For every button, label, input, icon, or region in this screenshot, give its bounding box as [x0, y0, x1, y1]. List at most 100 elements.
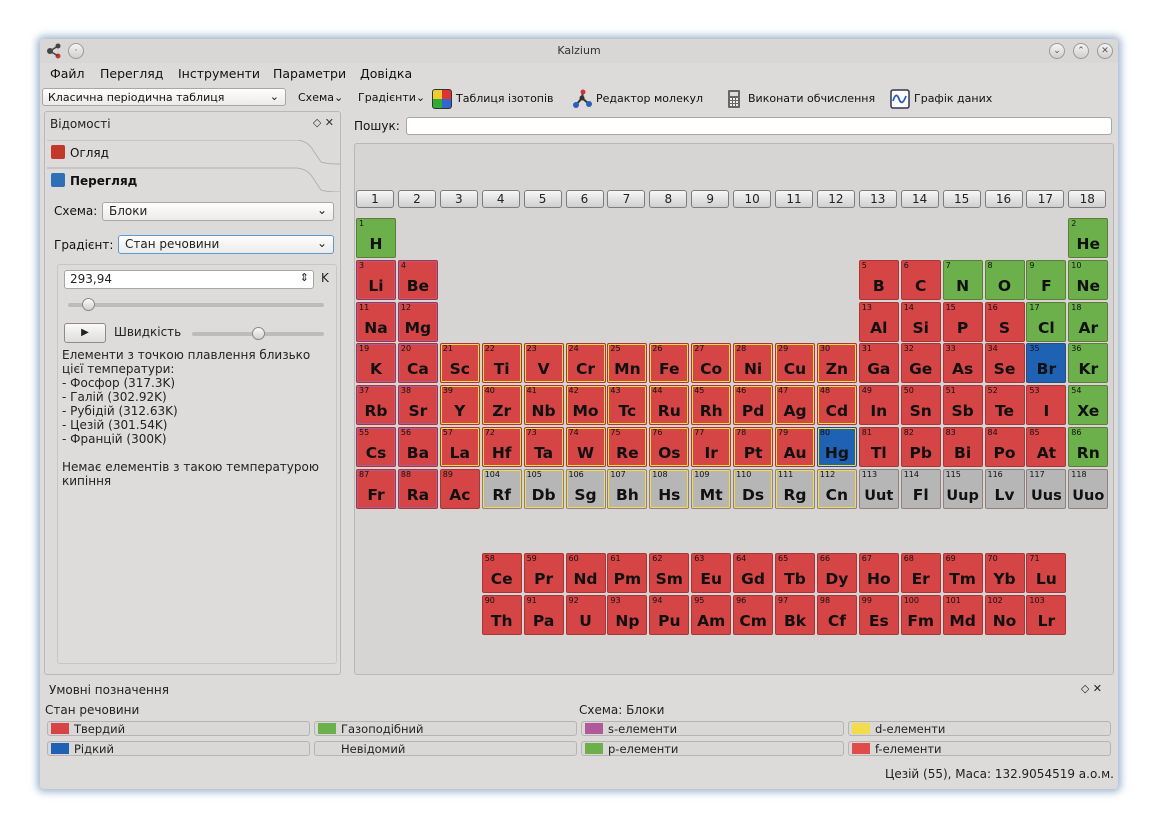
element-tile[interactable]: 25 Mn	[607, 343, 648, 384]
group-button[interactable]: 2	[397, 190, 436, 208]
element-tile[interactable]: 104 Rf	[481, 468, 522, 509]
element-tile[interactable]: 109 Mt	[691, 468, 732, 509]
scheme-menu-button[interactable]: Схема⌄	[298, 91, 343, 104]
element-tile[interactable]: 68 Er	[900, 553, 941, 593]
element-tile[interactable]: 75 Re	[607, 427, 648, 467]
element-tile[interactable]: 56 Ba	[397, 427, 438, 467]
element-tile[interactable]: 97 Bk	[775, 594, 815, 635]
calculate-button[interactable]: Виконати обчислення	[724, 89, 875, 109]
element-tile[interactable]: 3 Li	[356, 259, 396, 300]
menu-file[interactable]: Файл	[50, 66, 85, 81]
element-tile[interactable]: 59 Pr	[523, 553, 564, 593]
element-tile[interactable]: 108 Hs	[649, 468, 690, 509]
element-tile[interactable]: 78 Pt	[733, 427, 774, 467]
element-tile[interactable]: 84 Po	[984, 427, 1025, 467]
legend-controls[interactable]: ◇ ✕	[1081, 682, 1102, 695]
element-tile[interactable]: 61 Pm	[607, 553, 648, 593]
element-tile[interactable]: 58 Ce	[481, 553, 522, 593]
element-tile[interactable]: 117 Uus	[1026, 468, 1067, 509]
element-tile[interactable]: 100 Fm	[900, 594, 941, 635]
element-tile[interactable]: 38 Sr	[397, 385, 438, 426]
data-plot-button[interactable]: Графік даних	[890, 89, 992, 109]
element-tile[interactable]: 82 Pb	[900, 427, 941, 467]
element-tile[interactable]: 118 Uuo	[1068, 468, 1109, 509]
element-tile[interactable]: 96 Cm	[733, 594, 774, 635]
element-tile[interactable]: 102 No	[984, 594, 1025, 635]
element-tile[interactable]: 101 Md	[942, 594, 983, 635]
element-tile[interactable]: 34 Se	[984, 343, 1025, 384]
element-tile[interactable]: 17 Cl	[1026, 301, 1067, 342]
menu-settings[interactable]: Параметри	[273, 66, 346, 81]
element-tile[interactable]: 42 Mo	[565, 385, 606, 426]
element-tile[interactable]: 52 Te	[984, 385, 1025, 426]
element-tile[interactable]: 31 Ga	[858, 343, 899, 384]
element-tile[interactable]: 29 Cu	[775, 343, 815, 384]
element-tile[interactable]: 16 S	[984, 301, 1025, 342]
group-button[interactable]: 5	[523, 190, 562, 208]
group-button[interactable]: 8	[649, 190, 688, 208]
element-tile[interactable]: 94 Pu	[649, 594, 690, 635]
element-tile[interactable]: 112 Cn	[816, 468, 857, 509]
group-button[interactable]: 16	[984, 190, 1023, 208]
element-tile[interactable]: 18 Ar	[1068, 301, 1109, 342]
element-tile[interactable]: 22 Ti	[481, 343, 522, 384]
element-tile[interactable]: 85 At	[1026, 427, 1067, 467]
isotope-table-button[interactable]: Таблиця ізотопів	[432, 89, 554, 109]
element-tile[interactable]: 73 Ta	[523, 427, 564, 467]
group-button[interactable]: 17	[1026, 190, 1065, 208]
element-tile[interactable]: 49 In	[858, 385, 899, 426]
element-tile[interactable]: 39 Y	[439, 385, 480, 426]
element-tile[interactable]: 86 Rn	[1068, 427, 1109, 467]
element-tile[interactable]: 67 Ho	[858, 553, 899, 593]
element-tile[interactable]: 83 Bi	[942, 427, 983, 467]
element-tile[interactable]: 79 Au	[775, 427, 815, 467]
speed-slider[interactable]	[192, 327, 324, 340]
element-tile[interactable]: 99 Es	[858, 594, 899, 635]
group-button[interactable]: 13	[858, 190, 897, 208]
panel-controls[interactable]: ◇ ✕	[313, 116, 334, 129]
element-tile[interactable]: 20 Ca	[397, 343, 438, 384]
menu-help[interactable]: Довідка	[360, 66, 412, 81]
element-tile[interactable]: 89 Ac	[439, 468, 480, 509]
element-tile[interactable]: 115 Uup	[942, 468, 983, 509]
element-tile[interactable]: 2 He	[1068, 218, 1109, 258]
element-tile[interactable]: 77 Ir	[691, 427, 732, 467]
element-tile[interactable]: 44 Ru	[649, 385, 690, 426]
menu-view[interactable]: Перегляд	[100, 66, 163, 81]
element-tile[interactable]: 45 Rh	[691, 385, 732, 426]
element-tile[interactable]: 51 Sb	[942, 385, 983, 426]
element-tile[interactable]: 9F	[1026, 259, 1067, 300]
element-tile[interactable]: 88 Ra	[397, 468, 438, 509]
group-button[interactable]: 10	[733, 190, 772, 208]
element-tile[interactable]: 40 Zr	[481, 385, 522, 426]
element-tile[interactable]: 15 P	[942, 301, 983, 342]
scheme-select[interactable]: Блоки ⌄	[102, 202, 334, 221]
temperature-slider-handle[interactable]	[82, 298, 96, 311]
element-tile[interactable]: 5B	[858, 259, 899, 300]
minimize-icon[interactable]: ⌄	[1049, 43, 1065, 59]
element-tile[interactable]: 50 Sn	[900, 385, 941, 426]
element-tile[interactable]: 87 Fr	[356, 468, 396, 509]
element-tile[interactable]: 32 Ge	[900, 343, 941, 384]
element-tile[interactable]: 113 Uut	[858, 468, 899, 509]
element-tile[interactable]: 48 Cd	[816, 385, 857, 426]
element-tile[interactable]: 55 Cs	[356, 427, 396, 467]
element-tile[interactable]: 93 Np	[607, 594, 648, 635]
element-tile[interactable]: 80 Hg	[816, 427, 857, 467]
element-tile[interactable]: 114 Fl	[900, 468, 941, 509]
group-button[interactable]: 9	[691, 190, 730, 208]
element-tile[interactable]: 98 Cf	[816, 594, 857, 635]
element-tile[interactable]: 74 W	[565, 427, 606, 467]
element-tile[interactable]: 116 Lv	[984, 468, 1025, 509]
element-tile[interactable]: 64 Gd	[733, 553, 774, 593]
element-tile[interactable]: 81 Tl	[858, 427, 899, 467]
element-tile[interactable]: 65 Tb	[775, 553, 815, 593]
element-tile[interactable]: 60 Nd	[565, 553, 606, 593]
element-tile[interactable]: 70 Yb	[984, 553, 1025, 593]
element-tile[interactable]: 72 Hf	[481, 427, 522, 467]
element-tile[interactable]: 36 Kr	[1068, 343, 1109, 384]
element-tile[interactable]: 33 As	[942, 343, 983, 384]
element-tile[interactable]: 21 Sc	[439, 343, 480, 384]
gradient-select[interactable]: Стан речовини ⌄	[118, 235, 334, 254]
element-tile[interactable]: 28 Ni	[733, 343, 774, 384]
